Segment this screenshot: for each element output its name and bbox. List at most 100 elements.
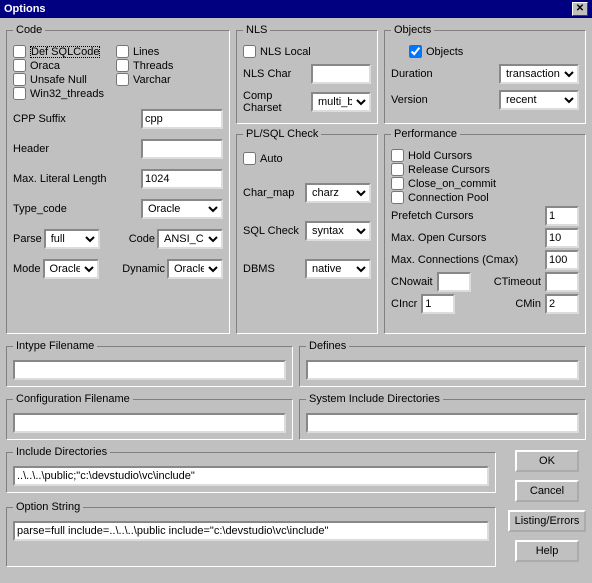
cancel-button[interactable]: Cancel [515,480,579,502]
version-select[interactable]: recent [499,90,579,110]
optstr-group: Option String [6,501,496,567]
sysinc-input[interactable] [306,413,579,433]
incdir-group: Include Directories [6,446,496,493]
unsafe-label: Unsafe Null [30,74,87,86]
typecode-select[interactable]: Oracle [141,199,223,219]
cpp-suffix-label: CPP Suffix [13,113,66,125]
nls-group: NLS NLS Local NLS Char Comp Charsetmulti… [236,24,378,124]
release-checkbox[interactable] [391,163,404,176]
help-button[interactable]: Help [515,540,579,562]
pool-checkbox[interactable] [391,191,404,204]
config-input[interactable] [13,413,286,433]
hold-checkbox[interactable] [391,149,404,162]
ctimeout-input[interactable] [545,272,579,292]
sqlcheck-label: SQL Check [243,225,299,237]
defsql-label: Def SQLCode [30,46,100,58]
maxlit-input[interactable] [141,169,223,189]
lines-checkbox[interactable] [116,45,129,58]
parse-label: Parse [13,233,42,245]
optstr-legend: Option String [13,501,83,513]
duration-label: Duration [391,68,433,80]
win32-checkbox[interactable] [13,87,26,100]
pool-label: Connection Pool [408,192,489,204]
charmap-select[interactable]: charz [305,183,371,203]
charmap-label: Char_map [243,187,294,199]
incdir-legend: Include Directories [13,446,110,458]
threads-label: Threads [133,60,173,72]
dbms-select[interactable]: native [305,259,371,279]
typecode-label: Type_code [13,203,67,215]
cincr-input[interactable] [421,294,455,314]
cpp-suffix-input[interactable] [141,109,223,129]
maxopen-input[interactable] [545,228,579,248]
hold-label: Hold Cursors [408,150,472,162]
ok-button[interactable]: OK [515,450,579,472]
config-group: Configuration Filename [6,393,293,440]
window-title: Options [4,3,46,15]
duration-select[interactable]: transaction [499,64,579,84]
config-legend: Configuration Filename [13,393,133,405]
nls-legend: NLS [243,24,270,36]
varchar-label: Varchar [133,74,171,86]
auto-checkbox[interactable] [243,152,256,165]
ctimeout-label: CTimeout [494,276,541,288]
plsql-legend: PL/SQL Check [243,128,321,140]
cincr-label: CIncr [391,298,417,310]
nls-local-label: NLS Local [260,46,311,58]
dbms-label: DBMS [243,263,275,275]
prefetch-label: Prefetch Cursors [391,210,474,222]
maxopen-label: Max. Open Cursors [391,232,486,244]
unsafe-checkbox[interactable] [13,73,26,86]
header-input[interactable] [141,139,223,159]
close-checkbox[interactable] [391,177,404,190]
intype-group: Intype Filename [6,340,293,387]
cnowait-label: CNowait [391,276,433,288]
defines-legend: Defines [306,340,349,352]
objects-cb-label: Objects [426,46,463,58]
cmin-input[interactable] [545,294,579,314]
threads-checkbox[interactable] [116,59,129,72]
mode-label: Mode [13,263,41,275]
objects-checkbox[interactable] [409,45,422,58]
incdir-input[interactable] [13,466,489,486]
objects-legend: Objects [391,24,434,36]
close-label: Close_on_commit [408,178,496,190]
intype-legend: Intype Filename [13,340,97,352]
release-label: Release Cursors [408,164,490,176]
oraca-checkbox[interactable] [13,59,26,72]
nls-charset-label: Comp Charset [243,90,307,114]
code-select[interactable]: ANSI_C [157,229,223,249]
varchar-checkbox[interactable] [116,73,129,86]
performance-legend: Performance [391,128,460,140]
sqlcheck-select[interactable]: syntax [305,221,371,241]
defines-input[interactable] [306,360,579,380]
header-label: Header [13,143,49,155]
maxlit-label: Max. Literal Length [13,173,107,185]
nls-char-label: NLS Char [243,68,291,80]
sysinc-group: System Include Directories [299,393,586,440]
nls-local-checkbox[interactable] [243,45,256,58]
maxconn-label: Max. Connections (Cmax) [391,254,518,266]
win32-label: Win32_threads [30,88,104,100]
dynamic-label: Dynamic [122,263,165,275]
nls-charset-select[interactable]: multi_byte [311,92,371,112]
defines-group: Defines [299,340,586,387]
sysinc-legend: System Include Directories [306,393,443,405]
defsql-checkbox[interactable] [13,45,26,58]
performance-group: Performance Hold Cursors Release Cursors… [384,128,586,334]
optstr-input[interactable] [13,521,489,541]
parse-select[interactable]: full [44,229,100,249]
listing-button[interactable]: Listing/Errors [508,510,586,532]
cmin-label: CMin [515,298,541,310]
maxconn-input[interactable] [545,250,579,270]
mode-select[interactable]: Oracle [43,259,99,279]
dialog-content: Code Def SQLCode Oraca Unsafe Null Win32… [0,18,592,573]
nls-char-input[interactable] [311,64,371,84]
objects-group: Objects Objects Durationtransaction Vers… [384,24,586,124]
close-icon[interactable]: ✕ [572,2,588,16]
code-label: Code [129,233,155,245]
prefetch-input[interactable] [545,206,579,226]
intype-input[interactable] [13,360,286,380]
cnowait-input[interactable] [437,272,471,292]
dynamic-select[interactable]: Oracle [167,259,223,279]
